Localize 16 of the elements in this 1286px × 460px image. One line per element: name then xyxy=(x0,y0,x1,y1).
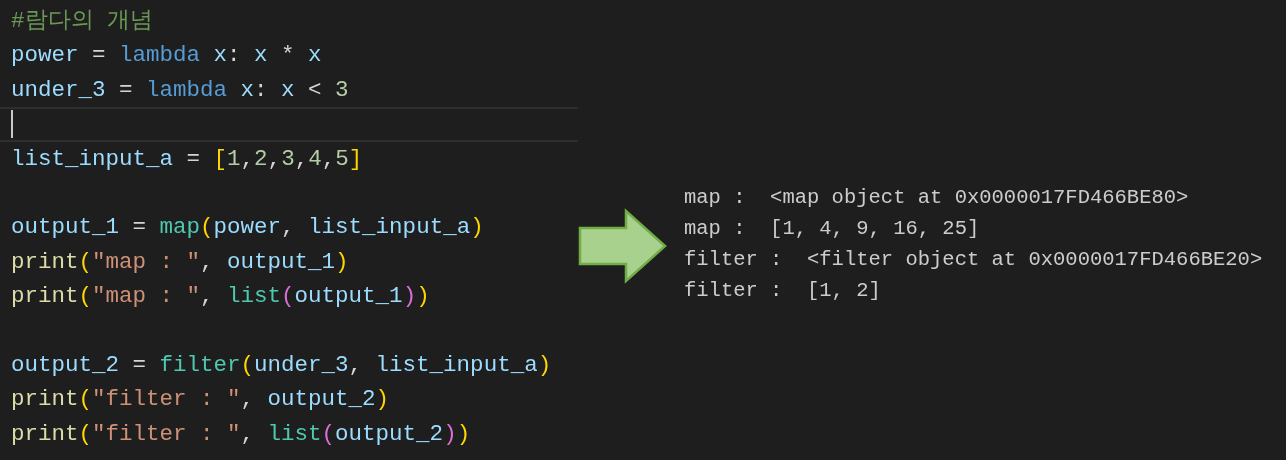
output-line: filter : <filter object at 0x0000017FD466BE20> xyxy=(684,247,1263,273)
code-line: print("filter : ", output_2) xyxy=(10,385,391,415)
code-line: print("map : ", output_1) xyxy=(10,247,350,277)
code-line: print("filter : ", list(output_2)) xyxy=(10,419,472,449)
output-line: map : <map object at 0x0000017FD466BE80> xyxy=(684,185,1190,211)
code-line: print("map : ", list(output_1)) xyxy=(10,282,431,312)
code-line: output_1 = map(power, list_input_a) xyxy=(10,213,485,243)
code-line: #람다의 개념 xyxy=(10,7,154,36)
text-cursor xyxy=(11,110,13,139)
code-line: power = lambda x: x * x xyxy=(10,41,323,71)
code-line: output_2 = filter(under_3, list_input_a) xyxy=(10,350,553,380)
output-line: filter : [1, 2] xyxy=(684,278,882,304)
output-line: map : [1, 4, 9, 16, 25] xyxy=(684,216,981,242)
code-line: list_input_a = [1,2,3,4,5] xyxy=(10,144,364,174)
arrow-icon xyxy=(578,208,668,284)
code-line: under_3 = lambda x: x < 3 xyxy=(10,75,350,105)
